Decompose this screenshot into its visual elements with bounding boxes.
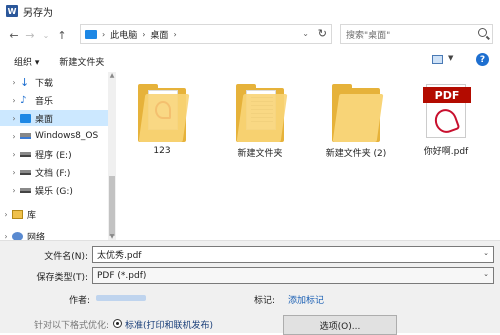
filename-input[interactable]: 太优秀.pdf ⌄ [92, 246, 494, 263]
expand-chevron-icon[interactable]: › [8, 150, 20, 159]
address-bar[interactable]: › 此电脑 › 桌面 › ⌄ ↻ [80, 24, 332, 44]
desktop-icon [20, 113, 31, 123]
standard-radio[interactable] [113, 319, 122, 328]
network-icon [12, 231, 23, 240]
up-arrow-icon[interactable]: ↑ [54, 29, 70, 42]
author-value-redacted[interactable] [96, 295, 146, 301]
file-item-pdf[interactable]: PDF 你好啊.pdf [404, 82, 488, 157]
drive-icon [20, 133, 31, 139]
sidebar-item-label: 音乐 [35, 96, 54, 107]
options-button[interactable]: 选项(O)... [283, 315, 397, 335]
sidebar-item-drive-g[interactable]: › 娱乐 (G:) [0, 182, 108, 198]
sidebar-item-network[interactable]: › 网络 [0, 228, 108, 240]
sidebar-item-drive-f[interactable]: › 文档 (F:) [0, 164, 108, 180]
folder-icon [138, 84, 190, 142]
sidebar-item-libraries[interactable]: › 库 [0, 206, 108, 222]
search-icon [478, 28, 487, 37]
this-pc-icon [85, 29, 97, 39]
download-icon: ↓ [20, 75, 30, 89]
file-list: 123 新建文件夹 新建文件夹 (2) PDF 你好啊.pdf [118, 72, 500, 240]
expand-chevron-icon[interactable]: › [0, 210, 12, 219]
title-bar: W 另存为 [0, 0, 500, 22]
sidebar-item-label: 程序 (E:) [35, 150, 72, 161]
refresh-icon[interactable]: ↻ [318, 27, 327, 40]
breadcrumb-separator-icon: › [142, 29, 146, 39]
scroll-down-icon[interactable]: ▼ [108, 233, 116, 240]
sidebar-item-desktop[interactable]: › 桌面 [0, 110, 108, 126]
forward-arrow-icon[interactable]: → [22, 29, 38, 42]
breadcrumb-separator-icon: › [173, 29, 177, 39]
filetype-label: 保存类型(T): [36, 273, 88, 283]
optimize-label: 针对以下格式优化: [34, 321, 110, 331]
breadcrumb-separator-icon: › [102, 29, 106, 39]
expand-chevron-icon[interactable]: › [8, 114, 20, 123]
sidebar-item-windows8-os[interactable]: › Windows8_OS [0, 128, 108, 144]
expand-chevron-icon[interactable]: › [8, 168, 20, 177]
file-name: 新建文件夹 [237, 149, 283, 159]
library-icon [12, 209, 23, 219]
filetype-select[interactable]: PDF (*.pdf) ⌄ [92, 267, 494, 284]
new-folder-button[interactable]: 新建文件夹 [59, 55, 104, 68]
help-icon[interactable]: ? [476, 53, 489, 66]
sidebar-scrollbar[interactable]: ▲ ▼ [108, 72, 116, 240]
address-row: ← → ⌄ ↑ › 此电脑 › 桌面 › ⌄ ↻ 搜索"桌面" [0, 24, 500, 46]
tags-label: 标记: [254, 296, 276, 306]
file-name: 新建文件夹 (2) [325, 149, 387, 159]
scroll-up-icon[interactable]: ▲ [108, 72, 116, 79]
expand-chevron-icon[interactable]: › [8, 186, 20, 195]
view-dropdown-icon[interactable]: ▼ [448, 54, 453, 62]
sidebar-item-label: 娱乐 (G:) [35, 186, 73, 197]
add-tags-link[interactable]: 添加标记 [288, 293, 324, 306]
filename-dropdown-icon[interactable]: ⌄ [483, 249, 489, 257]
scrollbar-thumb[interactable] [109, 176, 115, 236]
file-name: 123 [153, 146, 171, 156]
search-placeholder: 搜索"桌面" [346, 30, 391, 41]
sidebar-item-music[interactable]: › ♪ 音乐 [0, 92, 108, 108]
breadcrumb-desktop[interactable]: 桌面 [150, 28, 168, 41]
expand-chevron-icon[interactable]: › [8, 78, 20, 87]
drive-icon [20, 169, 31, 175]
filename-label: 文件名(N): [44, 252, 88, 262]
window-title: 另存为 [23, 7, 53, 19]
save-options-panel: 文件名(N): 太优秀.pdf ⌄ 保存类型(T): PDF (*.pdf) ⌄… [0, 240, 500, 335]
view-options-icon[interactable] [432, 55, 443, 64]
drive-icon [20, 187, 31, 193]
sidebar-item-downloads[interactable]: › ↓ 下载 [0, 74, 108, 90]
navigation-pane: › ↓ 下载 › ♪ 音乐 › 桌面 › Windows8_OS › 程序 (E… [0, 72, 116, 240]
word-app-icon: W [6, 5, 18, 17]
pdf-badge: PDF [423, 87, 471, 103]
folder-icon [236, 84, 288, 142]
sidebar-item-drive-e[interactable]: › 程序 (E:) [0, 146, 108, 162]
sidebar-item-label: Windows8_OS [35, 131, 99, 141]
file-item-new-folder[interactable]: 新建文件夹 [218, 84, 302, 159]
author-label: 作者: [68, 296, 90, 306]
music-icon: ♪ [20, 94, 27, 106]
breadcrumb-this-pc[interactable]: 此电脑 [110, 28, 137, 41]
organize-button[interactable]: 组织 ▾ [14, 55, 39, 68]
expand-chevron-icon[interactable]: › [8, 132, 20, 141]
address-dropdown-icon[interactable]: ⌄ [302, 29, 309, 38]
file-item-new-folder-2[interactable]: 新建文件夹 (2) [314, 84, 398, 159]
expand-chevron-icon[interactable]: › [8, 96, 20, 105]
file-name: 你好啊.pdf [423, 147, 469, 157]
command-bar: 组织 ▾ 新建文件夹 ▼ ? [0, 50, 500, 72]
search-input[interactable]: 搜索"桌面" [340, 24, 493, 44]
folder-icon [332, 84, 384, 142]
recent-dropdown-icon[interactable]: ⌄ [38, 31, 54, 40]
back-arrow-icon[interactable]: ← [6, 29, 22, 42]
sidebar-item-label: 文档 (F:) [35, 168, 71, 179]
drive-icon [20, 151, 31, 157]
pdf-file-icon: PDF [423, 84, 471, 138]
filetype-value: PDF (*.pdf) [97, 270, 147, 281]
sidebar-item-label: 库 [27, 210, 37, 221]
filename-value: 太优秀.pdf [97, 251, 142, 261]
file-item-123[interactable]: 123 [120, 84, 204, 156]
expand-chevron-icon[interactable]: › [0, 232, 12, 241]
standard-option-label[interactable]: 标准(打印和联机发布) [125, 318, 213, 331]
sidebar-item-label: 下载 [35, 78, 54, 89]
sidebar-item-label: 桌面 [35, 114, 54, 125]
filetype-dropdown-icon[interactable]: ⌄ [483, 270, 489, 278]
sidebar-item-label: 网络 [27, 232, 46, 241]
